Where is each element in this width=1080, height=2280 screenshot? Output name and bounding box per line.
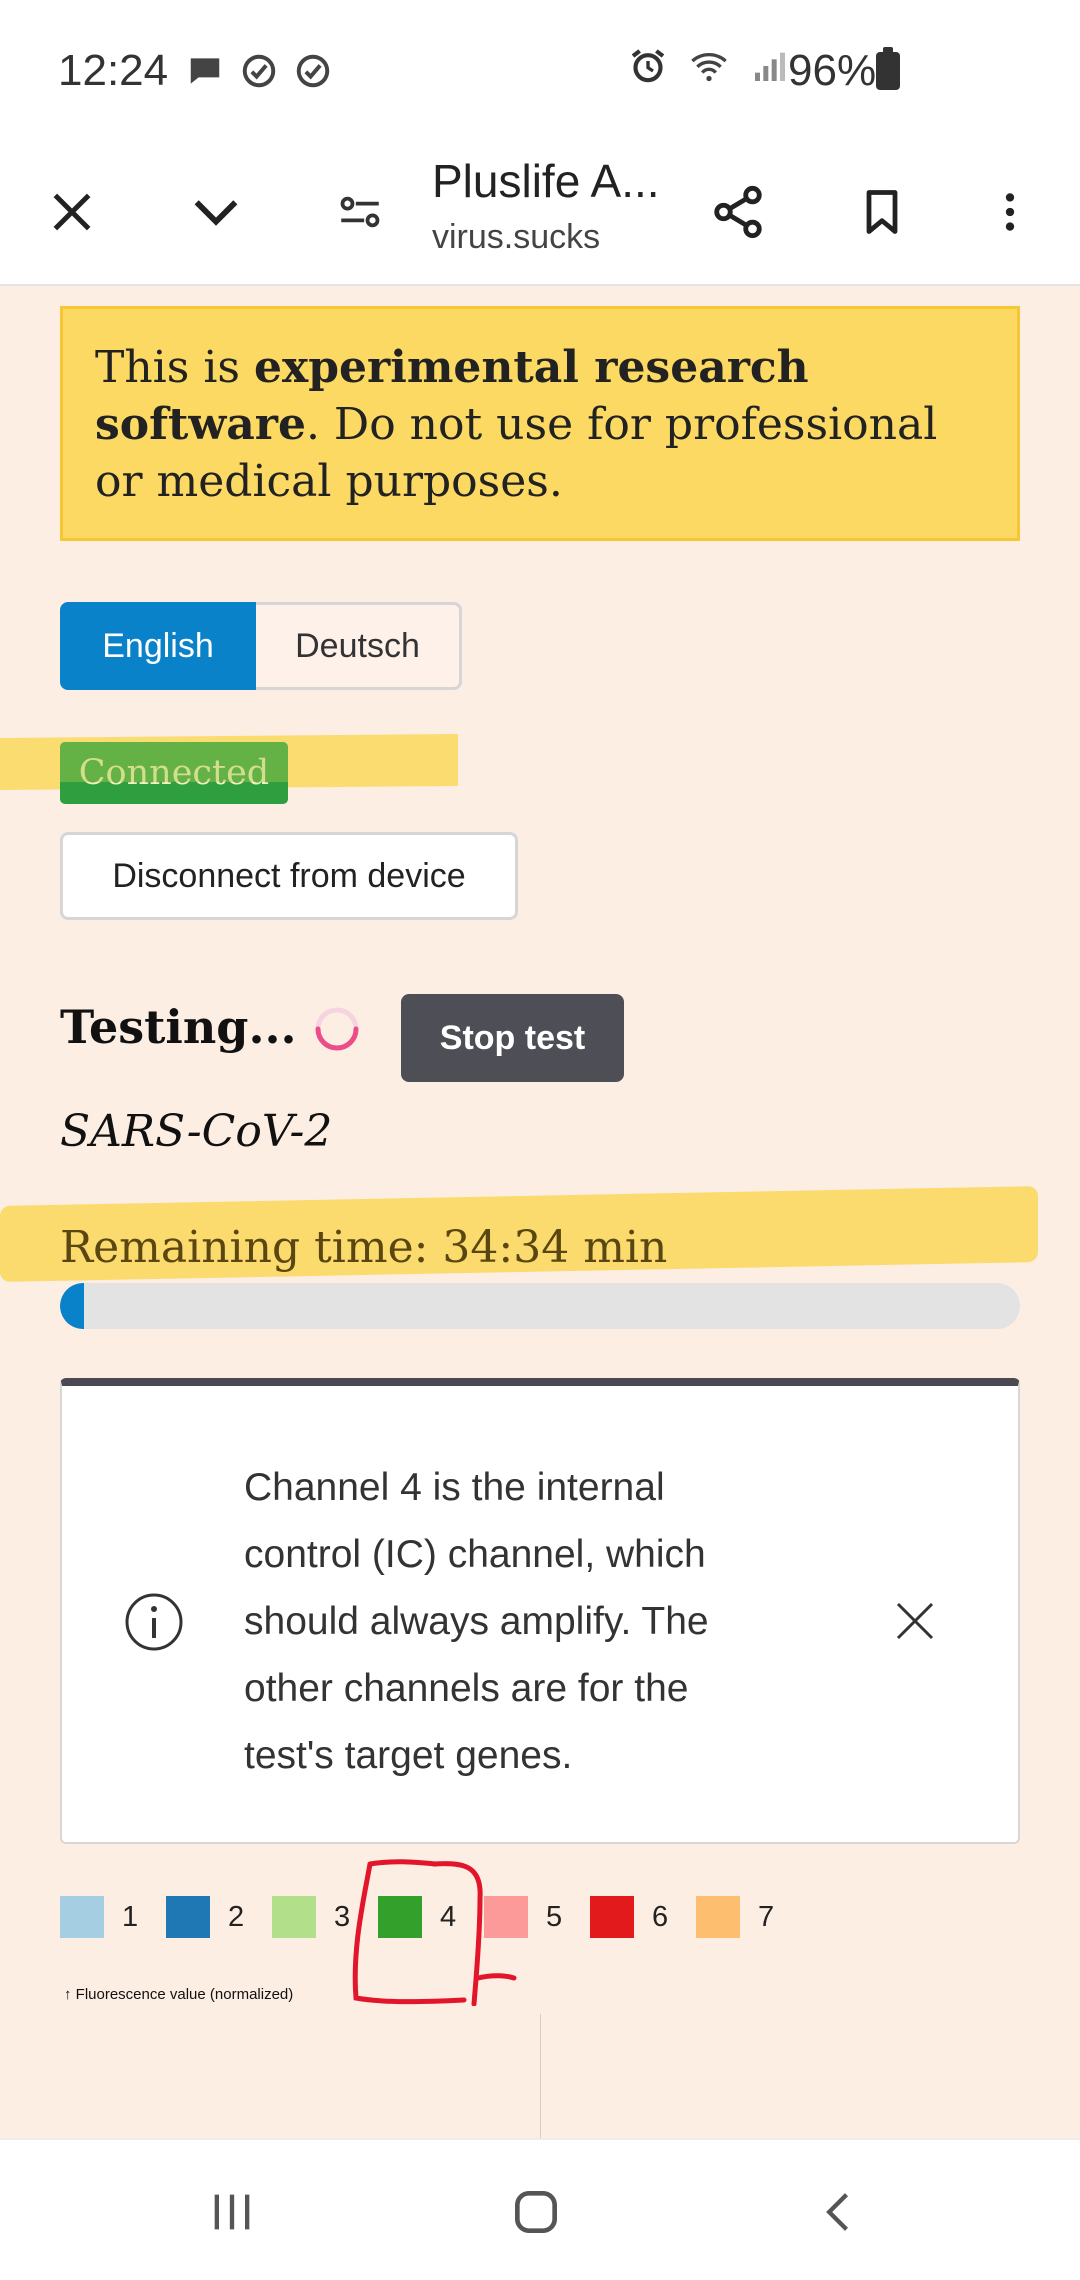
info-callout: Channel 4 is the internal control (IC) c… [60,1378,1020,1844]
info-text: Channel 4 is the internal control (IC) c… [244,1466,709,1777]
check-circle-icon [296,54,330,88]
legend-swatch [590,1896,634,1938]
recent-apps-icon[interactable] [192,2180,272,2244]
status-bar: 12:24 96% [0,0,1080,140]
chart-divider [540,2014,541,2138]
legend-label: 5 [546,1900,563,1933]
wifi-icon [691,53,727,82]
legend-label: 1 [122,1900,139,1933]
close-icon[interactable] [890,1596,940,1646]
info-icon [125,1593,183,1651]
more-vert-icon[interactable] [968,170,1052,254]
chevron-down-icon[interactable] [174,170,258,254]
test-status-heading: Testing... [60,1000,297,1054]
share-icon[interactable] [696,170,780,254]
bookmark-icon[interactable] [840,170,924,254]
legend-item-channel-3[interactable]: 3 [272,1896,354,1938]
language-deutsch-button[interactable]: Deutsch [256,602,462,690]
legend-label: 2 [228,1900,245,1933]
alarm-icon [631,49,665,83]
loading-spinner-icon [315,1007,359,1051]
stop-test-button[interactable]: Stop test [401,994,624,1082]
legend-label: 6 [652,1900,669,1933]
banner-prefix: This is [95,342,254,393]
close-icon[interactable] [30,170,114,254]
battery-icon [876,47,900,90]
test-name: SARS-CoV-2 [60,1106,333,1157]
legend-swatch [166,1896,210,1938]
language-switch: English Deutsch [60,602,462,690]
test-progress-fill [60,1283,84,1329]
page-title[interactable]: Pluslife A... [432,154,672,208]
battery-percent: 96% [788,46,877,95]
check-circle-icon [242,54,276,88]
page-url[interactable]: virus.sucks [432,218,600,257]
legend-label: 7 [758,1900,775,1933]
chat-bubble-icon [190,58,220,84]
disconnect-button[interactable]: Disconnect from device [60,832,518,920]
system-nav-bar [0,2138,1080,2280]
legend-swatch [60,1896,104,1938]
language-english-button[interactable]: English [60,602,256,690]
test-progress-bar [60,1283,1020,1329]
legend-item-channel-7[interactable]: 7 [696,1896,778,1938]
signal-icon [755,52,785,81]
browser-toolbar: Pluslife A... virus.sucks [0,140,1080,286]
chart-y-axis-label: ↑ Fluorescence value (normalized) [64,1986,294,2003]
legend-swatch [696,1896,740,1938]
legend-item-channel-6[interactable]: 6 [590,1896,672,1938]
legend-item-channel-1[interactable]: 1 [60,1896,142,1938]
remaining-time: Remaining time: 34:34 min [60,1222,668,1273]
back-icon[interactable] [800,2180,880,2244]
status-time: 12:24 [58,46,169,95]
home-icon[interactable] [496,2180,576,2244]
legend-item-channel-2[interactable]: 2 [166,1896,248,1938]
highlighter-mark-overlay [60,742,288,782]
experimental-warning-banner: This is experimental research software. … [60,306,1020,541]
annotation-circle-mark [352,1859,517,2006]
legend-swatch [272,1896,316,1938]
site-settings-icon[interactable] [318,170,402,254]
